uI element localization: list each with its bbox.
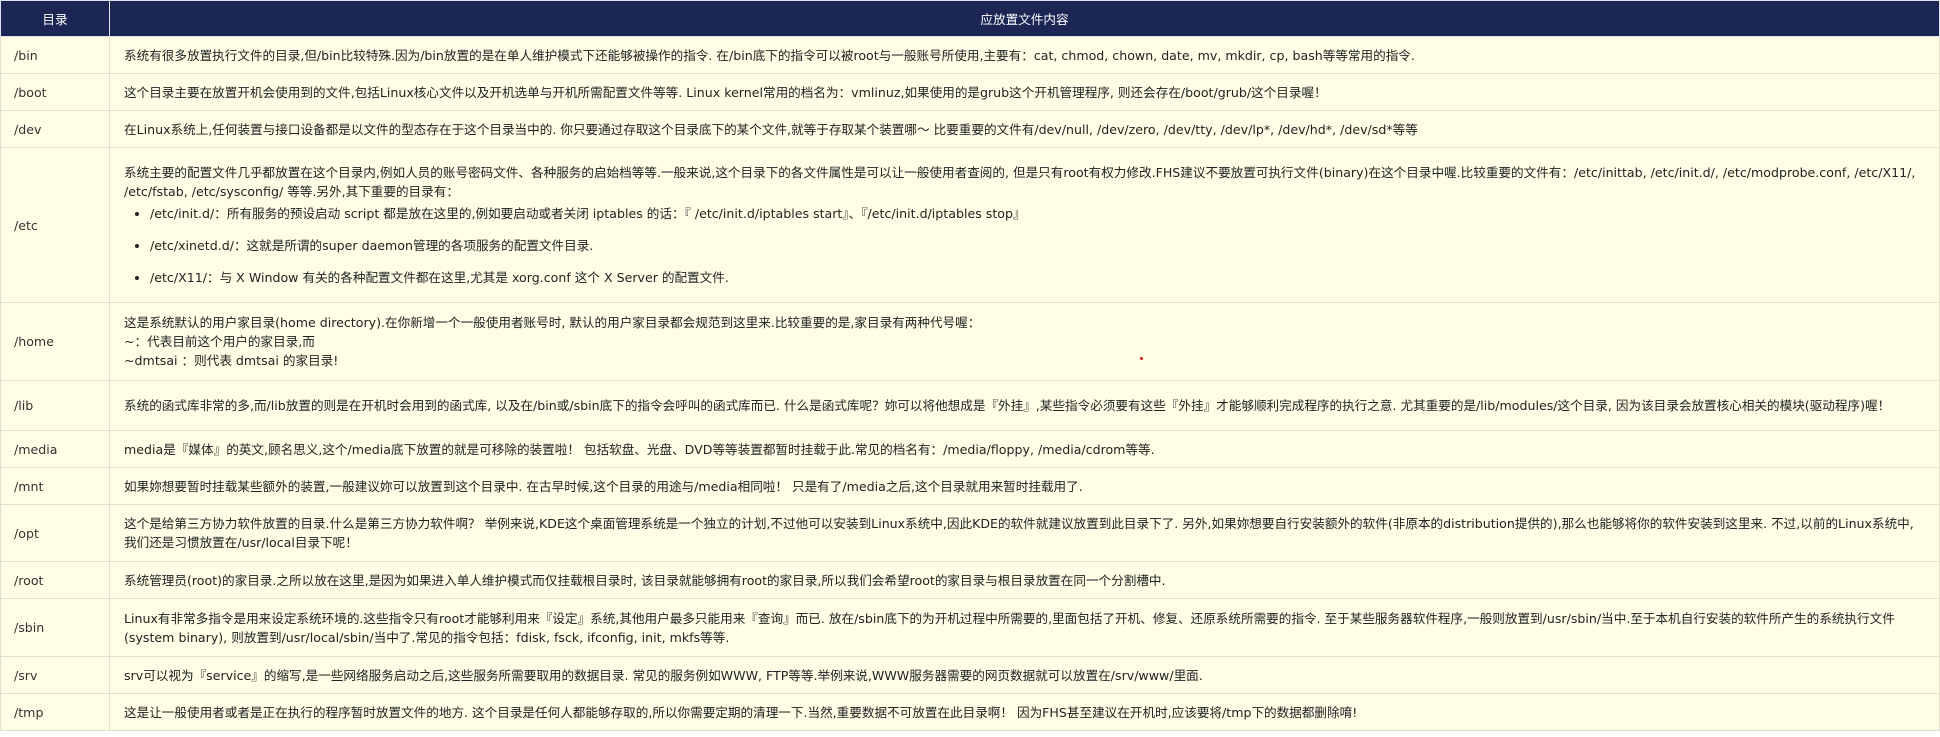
content-cell: 系统主要的配置文件几乎都放置在这个目录内,例如人员的账号密码文件、各种服务的启始… [109, 147, 1940, 303]
directory-cell: /mnt [0, 467, 110, 505]
content-line: 这是让一般使用者或者是正在执行的程序暂时放置文件的地方. 这个目录是任何人都能够… [124, 704, 1358, 720]
table-row: /tmp 这是让一般使用者或者是正在执行的程序暂时放置文件的地方. 这个目录是任何… [0, 693, 1940, 731]
table-row: /bin 系统有很多放置执行文件的目录,但/bin比较特殊.因为/bin放置的是在… [0, 36, 1940, 74]
directory-cell: /boot [0, 73, 110, 111]
content-line: 系统有很多放置执行文件的目录,但/bin比较特殊.因为/bin放置的是在单人维护… [124, 47, 1415, 63]
directory-cell: /sbin [0, 598, 110, 657]
directory-cell: /home [0, 302, 110, 381]
table-row: /media media是『媒体』的英文,顾名思义,这个/media底下放置的就是… [0, 430, 1940, 468]
directory-cell: /lib [0, 380, 110, 431]
table-header-row: 目录 应放置文件内容 [0, 0, 1940, 37]
content-line: media是『媒体』的英文,顾名思义,这个/media底下放置的就是可移除的装置… [124, 441, 1155, 457]
table-row: /home 这是系统默认的用户家目录(home directory).在你新增一个… [0, 302, 1940, 381]
content-line: 在Linux系统上,任何装置与接口设备都是以文件的型态存在于这个目录当中的. 你… [124, 121, 1418, 137]
table-row: /dev 在Linux系统上,任何装置与接口设备都是以文件的型态存在于这个目录当中… [0, 110, 1940, 148]
content-line: 这是系统默认的用户家目录(home directory).在你新增一个一般使用者… [124, 315, 981, 330]
content-cell: 这个目录主要在放置开机会使用到的文件,包括Linux核心文件以及开机选单与开机所… [109, 73, 1940, 111]
directory-cell: /media [0, 430, 110, 468]
directory-cell: /dev [0, 110, 110, 148]
subdirectory-list: /etc/init.d/：所有服务的预设启动 script 都是放在这里的,例如… [124, 204, 1923, 287]
table-row: /srv srv可以视为『service』的缩写,是一些网络服务启动之后,这些服务… [0, 656, 1940, 694]
table-row: /opt 这个是给第三方协力软件放置的目录.什么是第三方协力软件啊？ 举例来说,K… [0, 504, 1940, 562]
subdirectory-item: /etc/xinetd.d/：这就是所谓的super daemon管理的各项服务… [150, 236, 1923, 255]
directory-cell: /root [0, 561, 110, 599]
table-row: /lib 系统的函式库非常的多,而/lib放置的则是在开机时会用到的函式库, 以及… [0, 380, 1940, 431]
directory-cell: /srv [0, 656, 110, 694]
content-cell: srv可以视为『service』的缩写,是一些网络服务启动之后,这些服务所需要取… [109, 656, 1940, 694]
content-cell: 这个是给第三方协力软件放置的目录.什么是第三方协力软件啊？ 举例来说,KDE这个… [109, 504, 1940, 562]
directory-cell: /bin [0, 36, 110, 74]
subdirectory-item: /etc/X11/：与 X Window 有关的各种配置文件都在这里,尤其是 x… [150, 268, 1923, 287]
content-line: 系统主要的配置文件几乎都放置在这个目录内,例如人员的账号密码文件、各种服务的启始… [124, 165, 1916, 199]
table-row: /sbin Linux有非常多指令是用来设定系统环境的.这些指令只有root才能够… [0, 598, 1940, 657]
table-row: /mnt 如果妳想要暂时挂载某些额外的装置,一般建议妳可以放置到这个目录中. 在古… [0, 467, 1940, 505]
subdirectory-item: /etc/init.d/：所有服务的预设启动 script 都是放在这里的,例如… [150, 204, 1923, 223]
directory-cell: /opt [0, 504, 110, 562]
content-line: 系统的函式库非常的多,而/lib放置的则是在开机时会用到的函式库, 以及在/bi… [124, 398, 1891, 413]
content-line: 这个目录主要在放置开机会使用到的文件,包括Linux核心文件以及开机选单与开机所… [124, 84, 1327, 100]
table-row: /root 系统管理员(root)的家目录.之所以放在这里,是因为如果进入单人维护… [0, 561, 1940, 599]
content-line: 系统管理员(root)的家目录.之所以放在这里,是因为如果进入单人维护模式而仅挂… [124, 572, 1166, 588]
red-dot-mark [1140, 357, 1143, 360]
content-line: 这个是给第三方协力软件放置的目录.什么是第三方协力软件啊？ 举例来说,KDE这个… [124, 516, 1914, 550]
content-cell: 系统管理员(root)的家目录.之所以放在这里,是因为如果进入单人维护模式而仅挂… [109, 561, 1940, 599]
content-cell: 这是让一般使用者或者是正在执行的程序暂时放置文件的地方. 这个目录是任何人都能够… [109, 693, 1940, 731]
content-line: ~：代表目前这个用户的家目录,而 [124, 334, 315, 349]
content-cell: 在Linux系统上,任何装置与接口设备都是以文件的型态存在于这个目录当中的. 你… [109, 110, 1940, 148]
content-cell: 系统有很多放置执行文件的目录,但/bin比较特殊.因为/bin放置的是在单人维护… [109, 36, 1940, 74]
table-row: /etc 系统主要的配置文件几乎都放置在这个目录内,例如人员的账号密码文件、各种服… [0, 147, 1940, 303]
content-cell: Linux有非常多指令是用来设定系统环境的.这些指令只有root才能够利用来『设… [109, 598, 1940, 657]
header-content: 应放置文件内容 [109, 0, 1940, 37]
content-cell: 这是系统默认的用户家目录(home directory).在你新增一个一般使用者… [109, 302, 1940, 381]
content-cell: 如果妳想要暂时挂载某些额外的装置,一般建议妳可以放置到这个目录中. 在古早时候,… [109, 467, 1940, 505]
content-line: Linux有非常多指令是用来设定系统环境的.这些指令只有root才能够利用来『设… [124, 610, 1895, 645]
content-cell: 系统的函式库非常的多,而/lib放置的则是在开机时会用到的函式库, 以及在/bi… [109, 380, 1940, 431]
header-directory: 目录 [0, 0, 110, 37]
directory-cell: /tmp [0, 693, 110, 731]
directory-cell: /etc [0, 147, 110, 303]
content-line: ~dmtsai ：则代表 dmtsai 的家目录! [124, 353, 339, 368]
content-line: 如果妳想要暂时挂载某些额外的装置,一般建议妳可以放置到这个目录中. 在古早时候,… [124, 478, 1083, 494]
content-cell: media是『媒体』的英文,顾名思义,这个/media底下放置的就是可移除的装置… [109, 430, 1940, 468]
table-row: /boot 这个目录主要在放置开机会使用到的文件,包括Linux核心文件以及开机选… [0, 73, 1940, 111]
directory-table: 目录 应放置文件内容 /bin 系统有很多放置执行文件的目录,但/bin比较特殊.… [0, 0, 1940, 731]
content-line: srv可以视为『service』的缩写,是一些网络服务启动之后,这些服务所需要取… [124, 667, 1203, 683]
